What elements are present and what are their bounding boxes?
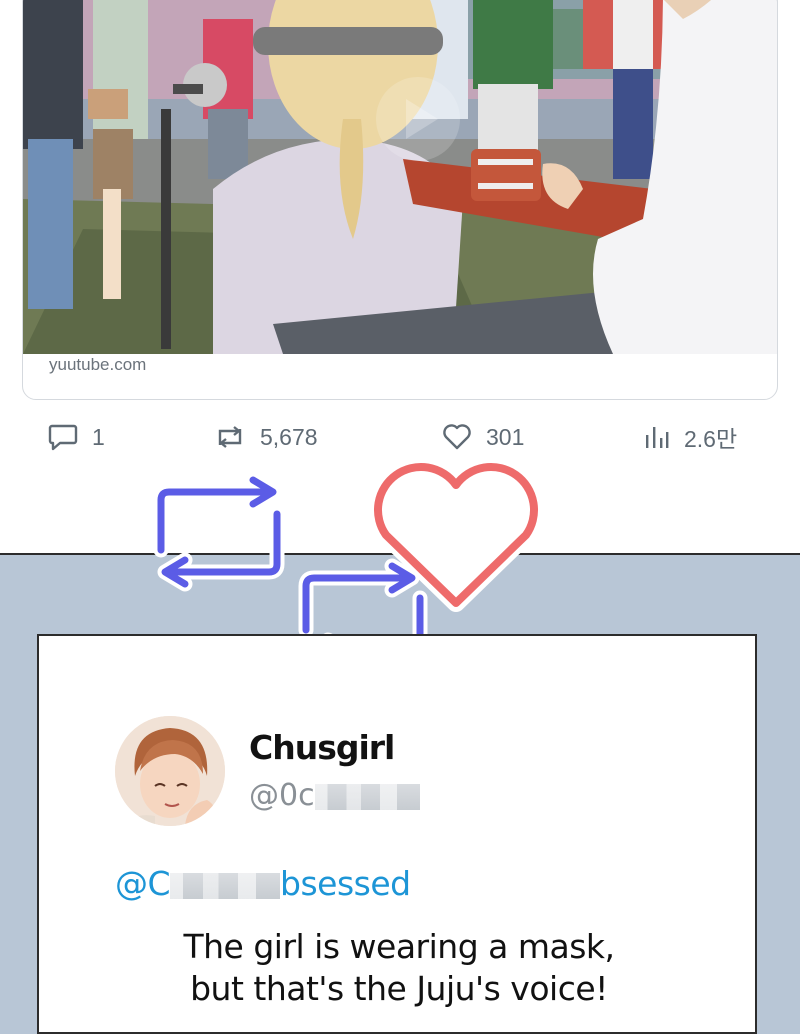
reply-action[interactable]: 1 [48, 422, 105, 452]
retweet-icon [218, 426, 242, 448]
retweet-action[interactable]: 5,678 [214, 422, 318, 452]
mention-link[interactable]: @C bsessed [115, 864, 411, 903]
like-action[interactable]: 301 [442, 422, 524, 452]
mention-prefix: @C [115, 864, 171, 903]
user-handle: @0c [249, 778, 420, 813]
mention-censor-blur [170, 872, 281, 899]
display-name[interactable]: Chusgirl [249, 728, 395, 767]
reply-icon [48, 424, 78, 451]
mention-suffix: bsessed [280, 864, 411, 903]
link-domain[interactable]: yuutube.com [49, 355, 146, 375]
video-thumbnail[interactable] [23, 0, 778, 354]
retweet-count: 5,678 [260, 423, 318, 450]
link-preview-card[interactable]: yuutube.com [22, 0, 778, 400]
like-count: 301 [486, 423, 525, 450]
tweet-card: Chusgirl @0c @C bsessed The girl is weari… [37, 634, 757, 1034]
reply-count: 1 [92, 423, 105, 450]
tweet-text-line-2: but that's the Juju's voice! [190, 969, 608, 1008]
tweet-body: The girl is wearing a mask, but that's t… [79, 926, 719, 1010]
heart-icon [443, 424, 471, 450]
tweet-text-line-1: The girl is wearing a mask, [183, 927, 615, 966]
large-retweet-icon-1 [153, 472, 285, 592]
view-count: 2.6만 [684, 426, 738, 452]
views-bar-chart-icon [646, 427, 669, 448]
avatar[interactable] [115, 716, 225, 826]
handle-censor-blur [314, 783, 420, 810]
views-action[interactable]: 2.6만 [644, 422, 737, 452]
handle-prefix: @0c [249, 778, 315, 813]
avatar-image [115, 716, 225, 826]
